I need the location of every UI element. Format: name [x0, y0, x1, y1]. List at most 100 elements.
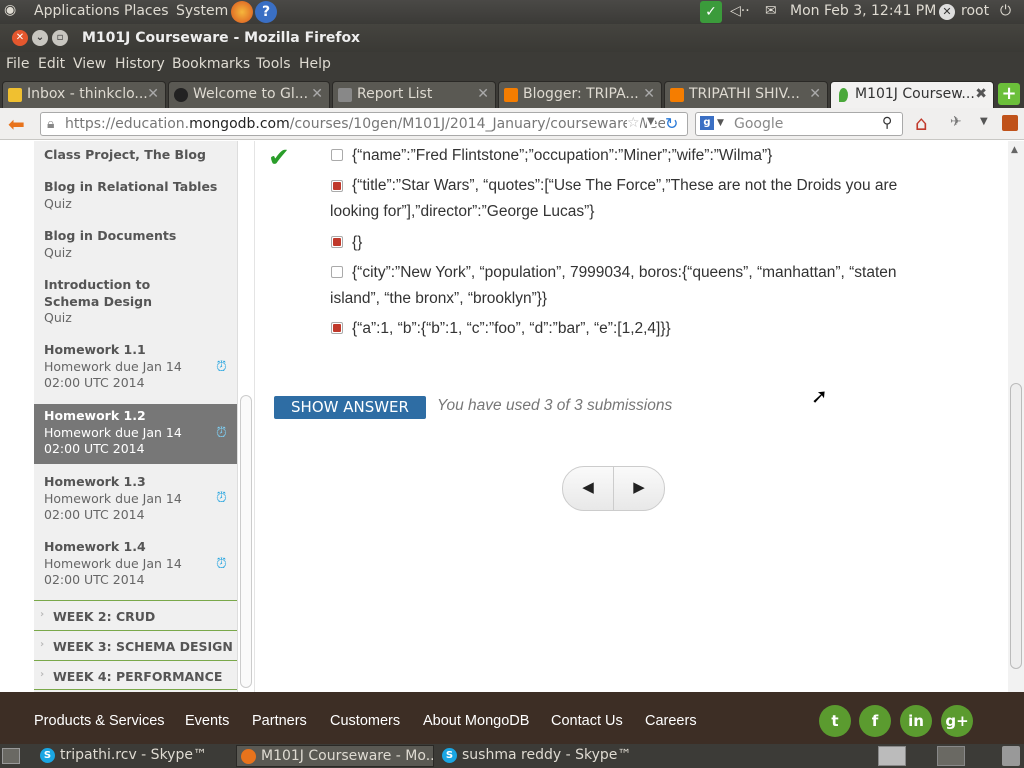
url-bar[interactable]: 🔒︎ https://education.mongodb.com/courses…	[40, 112, 688, 136]
sidebar-item-title: Homework 1.2	[44, 408, 146, 423]
menu-bookmarks[interactable]: Bookmarks	[172, 56, 250, 72]
power-icon[interactable]: ⏻	[1000, 3, 1011, 19]
sidebar-item-class-project[interactable]: Class Project, The Blog	[44, 147, 224, 164]
task-skype-tripathi[interactable]: Stripathi.rcv - Skype™	[36, 745, 232, 767]
url-dropdown-icon[interactable]: ▼	[647, 116, 655, 127]
sidebar-item-homework-1-2[interactable]: Homework 1.2 Homework due Jan 14 02:00 UT…	[34, 404, 237, 464]
googleplus-icon[interactable]: g+	[941, 705, 973, 737]
update-check-icon[interactable]: ✓	[700, 1, 722, 23]
close-tab-icon[interactable]: ✕	[809, 86, 821, 102]
close-tab-icon[interactable]: ✕	[311, 86, 323, 102]
next-arrow-icon[interactable]: ▶	[614, 478, 664, 496]
mail-icon[interactable]: ✉	[765, 3, 777, 19]
option-text: {“name”:”Fred Flintstone”;”occupation”:”…	[352, 147, 773, 164]
menu-history[interactable]: History	[115, 56, 165, 72]
trash-icon[interactable]	[1002, 746, 1020, 766]
volume-icon[interactable]: ◁··	[730, 3, 750, 19]
tab-welcome[interactable]: Welcome to Gl... ✕	[168, 81, 330, 108]
menu-help[interactable]: Help	[299, 56, 331, 72]
addon-icon[interactable]: ✈	[950, 114, 962, 130]
alarm-clock-icon: ⏰︎	[216, 490, 227, 506]
footer-link-customers[interactable]: Customers	[330, 713, 400, 729]
workspace-2-icon[interactable]	[937, 746, 965, 766]
footer-link-events[interactable]: Events	[185, 713, 229, 729]
back-arrow-icon[interactable]: ⬅	[8, 112, 25, 136]
task-firefox-courseware[interactable]: M101J Courseware - Mo...	[236, 745, 434, 767]
close-window-icon[interactable]: ✕	[12, 30, 28, 46]
footer-link-about[interactable]: About MongoDB	[423, 713, 529, 729]
minimize-window-icon[interactable]: ⌄	[32, 30, 48, 46]
previous-arrow-icon[interactable]: ◀	[563, 478, 613, 496]
bookmark-star-icon[interactable]: ☆	[627, 115, 640, 131]
sidebar-item-homework-1-4[interactable]: Homework 1.4 Homework due Jan 14 02:00 UT…	[44, 539, 184, 589]
footer-link-partners[interactable]: Partners	[252, 713, 307, 729]
footer-link-products[interactable]: Products & Services	[34, 713, 165, 729]
tab-bar: Inbox - thinkclo... ✕ Welcome to Gl... ✕…	[0, 78, 1024, 108]
show-desktop-icon[interactable]	[2, 748, 20, 764]
reload-icon[interactable]: ↻	[665, 114, 679, 133]
close-tab-icon[interactable]: ✕	[147, 86, 159, 102]
sidebar-item-schema-design[interactable]: Introduction to Schema Design Quiz	[44, 277, 204, 327]
menu-tools[interactable]: Tools	[256, 56, 291, 72]
menu-bar: File Edit View History Bookmarks Tools H…	[0, 52, 1024, 78]
close-tab-icon[interactable]: ✕	[643, 86, 655, 102]
tab-tripathi[interactable]: TRIPATHI SHIV... ✕	[664, 81, 828, 108]
tab-label: Blogger: TRIPA...	[523, 86, 639, 102]
ubuntu-logo-icon[interactable]: ◉	[4, 2, 16, 18]
taskbar: Stripathi.rcv - Skype™ M101J Courseware …	[0, 744, 1024, 768]
close-tab-icon[interactable]: ✖	[975, 86, 987, 102]
page-scrollbar-thumb[interactable]	[1010, 383, 1022, 669]
task-skype-sushma[interactable]: Ssushma reddy - Skype™	[438, 745, 634, 767]
sidebar-item-blog-relational[interactable]: Blog in Relational Tables Quiz	[44, 179, 224, 212]
footer-link-contact[interactable]: Contact Us	[551, 713, 623, 729]
tab-courseware[interactable]: M101J Coursew... ✖	[830, 81, 994, 108]
menu-edit[interactable]: Edit	[38, 56, 65, 72]
sidebar-item-title: Blog in Relational Tables	[44, 179, 218, 194]
google-engine-icon[interactable]: g	[700, 116, 714, 130]
sidebar-scrollbar[interactable]	[240, 395, 252, 688]
week-4-performance[interactable]: › WEEK 4: PERFORMANCE	[34, 660, 237, 690]
linkedin-icon[interactable]: in	[900, 705, 932, 737]
home-icon[interactable]: ⌂	[915, 111, 928, 135]
tab-blogger[interactable]: Blogger: TRIPA... ✕	[498, 81, 662, 108]
new-tab-icon[interactable]: +	[998, 83, 1020, 105]
clock[interactable]: Mon Feb 3, 12:41 PM	[790, 3, 936, 19]
tab-inbox[interactable]: Inbox - thinkclo... ✕	[2, 81, 166, 108]
menu-file[interactable]: File	[6, 56, 29, 72]
tab-report-list[interactable]: Report List ✕	[332, 81, 496, 108]
close-tab-icon[interactable]: ✕	[477, 86, 489, 102]
search-icon[interactable]: ⚲	[882, 115, 892, 131]
search-bar[interactable]: g ▼ Google ⚲	[695, 112, 903, 136]
system-top-panel: ◉ Applications Places System ? ✓ ◁·· ✉ M…	[0, 0, 1024, 24]
system-menu[interactable]: System	[176, 3, 228, 19]
twitter-icon[interactable]: t	[819, 705, 851, 737]
show-answer-button[interactable]: SHOW ANSWER	[274, 396, 426, 419]
firefox-launcher-icon[interactable]	[231, 1, 253, 23]
chevron-right-icon: ›	[40, 669, 45, 680]
footer-link-careers[interactable]: Careers	[645, 713, 697, 729]
sidebar-item-sub: Homework due Jan 14 02:00 UTC 2014	[44, 555, 182, 588]
site-identity-icon[interactable]: 🔒︎	[47, 116, 54, 132]
engine-dropdown-icon[interactable]: ▼	[717, 118, 724, 128]
week-3-schema-design[interactable]: › WEEK 3: SCHEMA DESIGN	[34, 630, 237, 660]
sidebar-item-blog-documents[interactable]: Blog in Documents Quiz	[44, 228, 224, 261]
firefox-icon	[241, 749, 256, 764]
help-icon[interactable]: ?	[255, 1, 277, 23]
facebook-icon[interactable]: f	[859, 705, 891, 737]
option-text: {“city”:”New York”, “population”, 799903…	[330, 264, 897, 307]
addon-dropdown-icon[interactable]: ▼	[980, 116, 988, 127]
workspace-1-icon[interactable]	[878, 746, 906, 766]
week-2-crud[interactable]: › WEEK 2: CRUD	[34, 600, 237, 630]
maximize-window-icon[interactable]: ▫	[52, 30, 68, 46]
sidebar-item-homework-1-1[interactable]: Homework 1.1 Homework due Jan 14 02:00 UT…	[44, 342, 184, 392]
places-menu[interactable]: Places	[124, 3, 169, 19]
scroll-up-icon[interactable]: ▲	[1011, 145, 1018, 155]
course-sidebar: Class Project, The Blog Blog in Relation…	[34, 141, 238, 692]
week-label: WEEK 2: CRUD	[53, 609, 156, 624]
menu-view[interactable]: View	[73, 56, 106, 72]
applications-menu[interactable]: Applications	[34, 3, 120, 19]
sidebar-item-homework-1-3[interactable]: Homework 1.3 Homework due Jan 14 02:00 UT…	[44, 474, 184, 524]
extension-icon[interactable]	[1002, 115, 1018, 131]
user-name[interactable]: root	[961, 3, 989, 19]
sidebar-item-sub: Homework due Jan 14 02:00 UTC 2014	[44, 358, 182, 391]
